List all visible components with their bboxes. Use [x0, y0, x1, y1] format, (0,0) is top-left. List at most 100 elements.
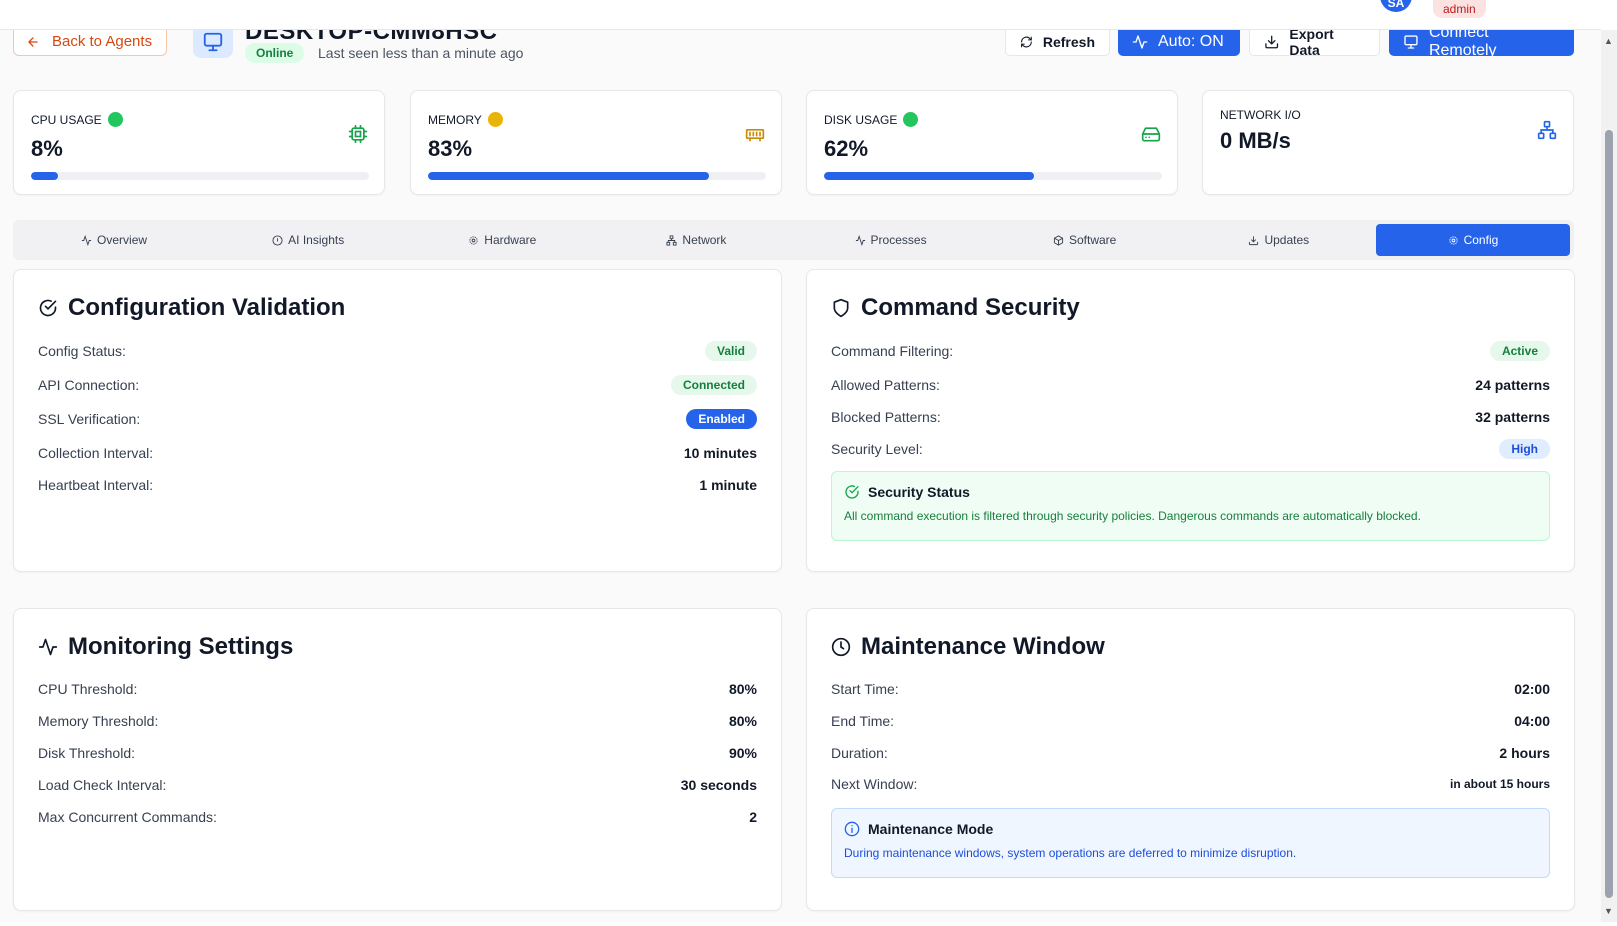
activity-icon — [38, 638, 58, 656]
row-value: 32 patterns — [1475, 409, 1550, 425]
row-label: Heartbeat Interval: — [38, 477, 154, 493]
panel-title: Maintenance Window — [861, 633, 1105, 660]
tab-software[interactable]: Software — [988, 224, 1182, 256]
row-label: SSL Verification: — [38, 411, 141, 427]
row-value: 90% — [728, 745, 757, 761]
config-status-badge: Valid — [704, 341, 757, 361]
memory-progress-bar — [428, 172, 766, 180]
refresh-button[interactable]: Refresh — [1005, 30, 1110, 56]
row-value: 80% — [728, 713, 757, 729]
disk-progress-bar — [824, 172, 1162, 180]
tab-label: Overview — [97, 233, 148, 247]
bottom-edge — [0, 922, 1617, 926]
row-value: 2 — [749, 809, 757, 825]
clock-icon — [831, 637, 851, 657]
user-avatar[interactable]: SA — [1380, 0, 1412, 12]
row-label: Security Level: — [831, 441, 923, 457]
agent-status-badge: Online — [245, 43, 305, 63]
package-icon — [1053, 234, 1064, 246]
panel-title: Monitoring Settings — [68, 633, 294, 660]
memory-card: MEMORY 83% — [410, 90, 782, 195]
row-label: Config Status: — [38, 343, 126, 359]
tab-network[interactable]: Network — [599, 224, 793, 256]
monitor-icon — [1404, 35, 1418, 49]
row-value: 30 seconds — [680, 777, 757, 793]
activity-icon — [1132, 35, 1148, 49]
stat-label: DISK USAGE — [824, 112, 898, 127]
stat-value: 8% — [31, 136, 63, 161]
ssl-verification-badge: Enabled — [686, 409, 757, 429]
row-label: Start Time: — [831, 681, 899, 697]
cpu-usage-card: CPU USAGE 8% — [13, 90, 385, 195]
tab-label: Network — [682, 233, 727, 247]
activity-icon — [855, 234, 865, 246]
connect-remotely-button[interactable]: Connect Remotely — [1389, 30, 1574, 59]
monitoring-settings-panel: Monitoring Settings CPU Threshold: 80% M… — [13, 608, 782, 911]
cpu-progress-bar — [31, 172, 369, 180]
security-level-row: Security Level: High — [831, 438, 1550, 460]
next-window-row: Next Window: in about 15 hours — [831, 773, 1550, 795]
tab-config[interactable]: Config — [1375, 224, 1570, 256]
command-security-panel: Command Security Command Filtering: Acti… — [806, 269, 1575, 572]
status-dot-icon — [107, 112, 123, 127]
end-time-row: End Time: 04:00 — [831, 710, 1550, 732]
last-seen-text: Last seen less than a minute ago — [318, 45, 524, 61]
auto-refresh-label: Auto: ON — [1158, 33, 1224, 50]
scrollbar-thumb[interactable] — [1605, 130, 1613, 898]
info-icon — [272, 234, 283, 246]
allowed-patterns-row: Allowed Patterns: 24 patterns — [831, 374, 1550, 396]
check-circle-icon — [845, 485, 859, 499]
start-time-row: Start Time: 02:00 — [831, 678, 1550, 700]
hard-drive-icon — [1141, 127, 1161, 142]
gear-icon — [1448, 235, 1458, 245]
row-label: API Connection: — [38, 377, 140, 393]
cpu-threshold-row: CPU Threshold: 80% — [38, 678, 757, 700]
row-value: in about 15 hours — [1449, 777, 1550, 791]
tab-label: AI Insights — [288, 233, 345, 247]
tab-ai-insights[interactable]: AI Insights — [211, 224, 405, 256]
download-icon — [1265, 35, 1279, 48]
tab-processes[interactable]: Processes — [794, 224, 988, 256]
role-badge: admin — [1433, 0, 1486, 18]
back-to-agents-label: Back to Agents — [52, 32, 153, 50]
row-label: CPU Threshold: — [38, 681, 138, 697]
vertical-scrollbar[interactable]: ▲ ▼ — [1601, 30, 1617, 922]
row-label: Blocked Patterns: — [831, 409, 941, 425]
monitor-icon — [193, 30, 233, 58]
row-label: Allowed Patterns: — [831, 377, 940, 393]
auto-refresh-toggle[interactable]: Auto: ON — [1118, 30, 1240, 56]
load-check-interval-row: Load Check Interval: 30 seconds — [38, 774, 757, 796]
duration-row: Duration: 2 hours — [831, 742, 1550, 764]
row-label: Max Concurrent Commands: — [38, 809, 217, 825]
maintenance-window-panel: Maintenance Window Start Time: 02:00 End… — [806, 608, 1575, 911]
tab-label: Hardware — [484, 233, 537, 247]
tab-hardware[interactable]: Hardware — [405, 224, 599, 256]
row-label: Next Window: — [831, 776, 918, 792]
network-icon — [666, 234, 677, 246]
download-icon — [1249, 235, 1259, 245]
refresh-icon — [1021, 36, 1032, 47]
config-status-row: Config Status: Valid — [38, 340, 757, 362]
export-data-button[interactable]: Export Data — [1249, 30, 1380, 58]
scroll-down-icon[interactable]: ▼ — [1604, 906, 1613, 916]
tab-overview[interactable]: Overview — [17, 224, 211, 256]
export-data-label: Export Data — [1289, 30, 1334, 58]
shield-icon — [833, 298, 849, 318]
row-label: End Time: — [831, 713, 895, 729]
disk-usage-card: DISK USAGE 62% — [806, 90, 1178, 195]
row-label: Load Check Interval: — [38, 777, 167, 793]
info-icon — [844, 821, 860, 837]
arrow-left-icon — [28, 36, 38, 47]
stat-value: 0 MB/s — [1220, 128, 1291, 153]
activity-icon — [81, 234, 92, 246]
network-icon — [1537, 120, 1557, 140]
notice-title: Security Status — [868, 484, 970, 500]
scroll-up-icon[interactable]: ▲ — [1604, 36, 1613, 46]
panel-title: Configuration Validation — [68, 294, 346, 321]
network-io-card: NETWORK I/O 0 MB/s — [1202, 90, 1574, 195]
command-filtering-row: Command Filtering: Active — [831, 340, 1550, 362]
memory-threshold-row: Memory Threshold: 80% — [38, 710, 757, 732]
stat-label: MEMORY — [428, 112, 482, 127]
back-to-agents-button[interactable]: Back to Agents — [13, 30, 168, 56]
tab-updates[interactable]: Updates — [1182, 224, 1376, 256]
